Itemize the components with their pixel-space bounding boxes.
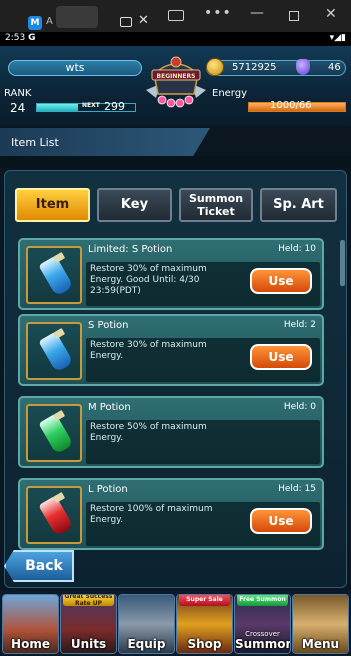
tab-item[interactable]: Item — [15, 188, 90, 222]
page-title-banner: Item List — [0, 128, 210, 156]
rank-value: 24 — [10, 101, 26, 115]
use-button[interactable]: Use — [250, 268, 312, 294]
more-options-icon[interactable]: ••• — [204, 5, 232, 21]
potion-cap — [52, 251, 66, 264]
gold-value: 5712925 — [232, 62, 277, 73]
app-logo-icon: M — [28, 16, 42, 30]
nav-units-label: Units — [70, 637, 107, 651]
nav-summon[interactable]: Free Summon Crossover Summon — [234, 594, 291, 654]
google-indicator: G — [28, 33, 36, 43]
item-card: L Potion Held: 15 Restore 100% of maximu… — [18, 478, 324, 550]
player-name[interactable]: wts — [8, 60, 142, 76]
nav-units[interactable]: Great Success Rate UP Units — [60, 594, 117, 654]
status-time-value: 2:53 — [5, 33, 26, 43]
item-card: Limited: S Potion Held: 10 Restore 30% o… — [18, 238, 324, 310]
game-header: wts 5712925 46 BEGINNERS RANK 24 NEXT 29… — [0, 46, 351, 126]
tab-sp-art[interactable]: Sp. Art — [260, 188, 337, 222]
status-time: 2:53 G — [5, 33, 35, 43]
exp-bar-fill — [37, 104, 79, 111]
nav-shop-label: Shop — [187, 637, 222, 651]
minimize-button[interactable]: — — [250, 5, 264, 21]
item-description: Restore 50% of maximum Energy. — [86, 420, 320, 464]
tab-summon-ticket-label: Summon Ticket — [188, 192, 244, 218]
page-title: Item List — [11, 136, 59, 149]
nav-shop[interactable]: Super Sale Shop — [176, 594, 233, 654]
browser-tab-app[interactable]: M A — [12, 6, 53, 30]
nav-equip[interactable]: Equip — [118, 594, 175, 654]
close-window-button[interactable]: ✕ — [325, 6, 337, 22]
item-icon-frame — [26, 404, 82, 462]
nav-menu-label: Menu — [301, 637, 340, 651]
nav-home[interactable]: Home — [2, 594, 59, 654]
next-label: NEXT — [82, 102, 100, 109]
tab-key[interactable]: Key — [97, 188, 172, 222]
item-held-count: Held: 2 — [283, 320, 316, 330]
camera-icon — [120, 17, 132, 27]
potion-cap — [52, 327, 66, 340]
item-held-count: Held: 15 — [278, 484, 316, 494]
keyboard-icon[interactable] — [168, 10, 184, 21]
nav-home-label: Home — [11, 637, 50, 651]
next-value: 299 — [104, 100, 125, 113]
summon-badge: Free Summon — [237, 595, 288, 606]
nav-menu[interactable]: Menu — [292, 594, 349, 654]
window-titlebar: M A ✕ ••• — ✕ — [0, 0, 351, 32]
item-name: L Potion — [88, 484, 128, 495]
item-name: S Potion — [88, 320, 129, 331]
item-card: S Potion Held: 2 Restore 30% of maximum … — [18, 314, 324, 386]
tab-close-icon[interactable]: ✕ — [138, 13, 149, 28]
item-icon-frame — [26, 322, 82, 380]
list-scrollbar[interactable] — [340, 240, 345, 286]
back-button[interactable]: Back — [4, 550, 74, 582]
use-button[interactable]: Use — [250, 344, 312, 370]
gem-value: 46 — [328, 62, 341, 73]
browser-tab-active[interactable]: ✕ — [56, 6, 149, 28]
crest-text: BEGINNERS — [157, 73, 196, 80]
item-name: M Potion — [88, 402, 131, 413]
item-icon-frame — [26, 246, 82, 304]
bottom-nav: Home Great Success Rate UP Units Equip S… — [0, 590, 351, 656]
item-held-count: Held: 10 — [278, 244, 316, 254]
potion-cap — [52, 409, 66, 422]
item-held-count: Held: 0 — [283, 402, 316, 412]
title-divider — [0, 156, 351, 168]
tab-title: A — [46, 16, 53, 27]
beginners-crest-icon[interactable]: BEGINNERS — [140, 50, 212, 122]
energy-value: 1000/66 — [270, 100, 312, 111]
maximize-button[interactable] — [289, 11, 299, 21]
energy-label: Energy — [212, 88, 248, 99]
tab-summon-ticket[interactable]: Summon Ticket — [179, 188, 253, 222]
item-card: M Potion Held: 0 Restore 50% of maximum … — [18, 396, 324, 468]
android-status-bar: 2:53 G ▾◢▮ — [0, 32, 351, 46]
rank-label: RANK — [4, 88, 32, 99]
shop-badge: Super Sale — [179, 595, 230, 606]
nav-equip-label: Equip — [127, 637, 166, 651]
gem-icon — [296, 59, 310, 75]
nav-summon-label: Summon — [235, 637, 291, 651]
use-button[interactable]: Use — [250, 508, 312, 534]
item-icon-frame — [26, 486, 82, 544]
potion-cap — [52, 491, 66, 504]
units-badge: Great Success Rate UP — [63, 594, 114, 607]
status-icons: ▾◢▮ — [329, 33, 346, 43]
item-name: Limited: S Potion — [88, 244, 173, 255]
